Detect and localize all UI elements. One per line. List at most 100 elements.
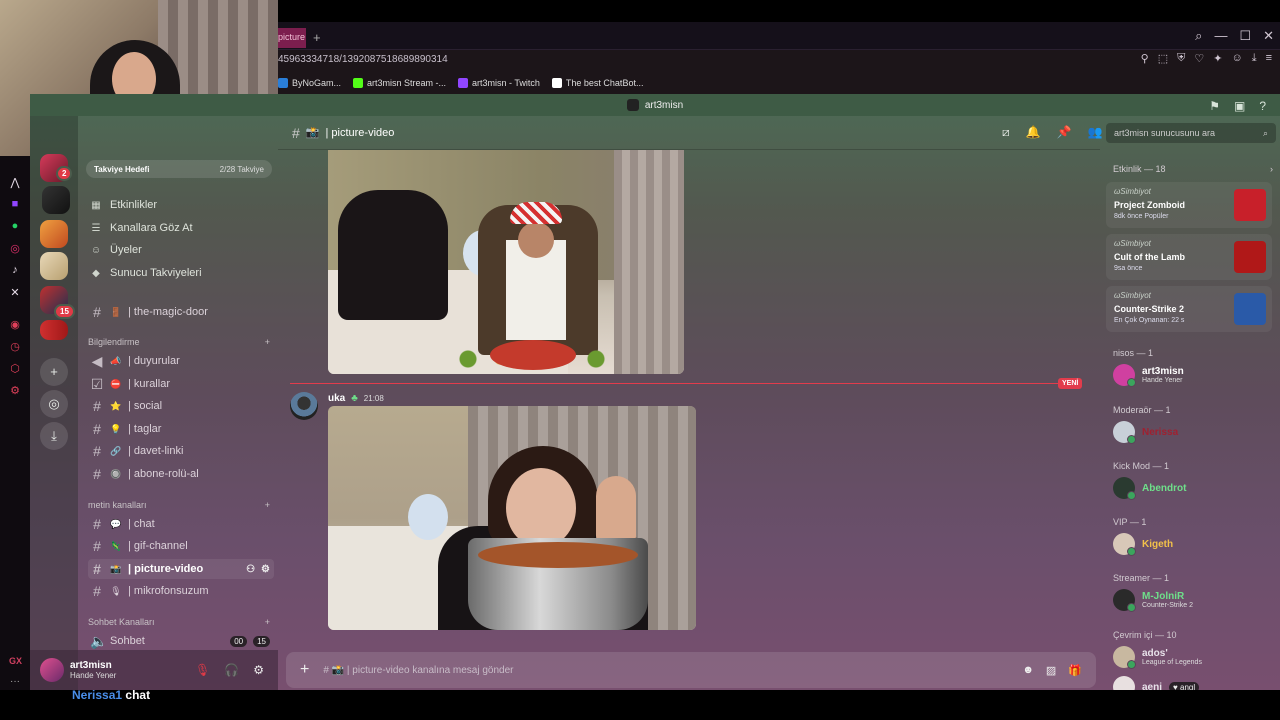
server-icon-4[interactable]: [40, 320, 68, 340]
avatar[interactable]: [40, 658, 64, 682]
server-icon: [626, 99, 639, 111]
bookmark-item[interactable]: The best ChatBot...: [551, 78, 643, 88]
twitch-icon[interactable]: ■: [8, 198, 22, 212]
activity-card[interactable]: ωSimbiyot Project Zomboid 8dk önce Popüler: [1106, 182, 1272, 228]
bookmark-item[interactable]: art3misn Stream -...: [353, 78, 446, 88]
message-composer[interactable]: + # 📸 | picture-video kanalına mesaj gön…: [286, 652, 1096, 688]
add-channel-icon[interactable]: +: [265, 617, 270, 631]
category-bilgilendirme[interactable]: Bilgilendirme +: [88, 337, 270, 351]
invite-icon[interactable]: ⚇: [246, 564, 255, 575]
nav-events[interactable]: ▦ Etkinlikler: [90, 196, 157, 214]
profile-icon[interactable]: ☺: [1231, 52, 1242, 65]
emoji-icon[interactable]: ☻: [1022, 664, 1034, 677]
gear-icon[interactable]: ⚙: [261, 564, 270, 575]
browser-tab[interactable]: picture: [278, 28, 306, 48]
download-apps-button[interactable]: ⤓: [40, 422, 68, 450]
more-icon[interactable]: ···: [10, 676, 20, 687]
threads-icon[interactable]: ⧄: [1002, 125, 1010, 140]
channel-the-magic-door[interactable]: # 🚪 | the-magic-door: [88, 302, 274, 322]
message-image-2[interactable]: [328, 406, 696, 630]
help-icon[interactable]: ?: [1259, 99, 1266, 113]
history-icon[interactable]: ◷: [8, 340, 22, 354]
message-author[interactable]: uka: [328, 393, 345, 404]
aria-icon[interactable]: ⋀: [8, 176, 22, 190]
headset-icon[interactable]: 🎧: [224, 663, 239, 677]
activity-card[interactable]: ωSimbiyot Counter-Strike 2 En Çok Oynanan:…: [1106, 286, 1272, 332]
category-metin-kanallari[interactable]: metin kanalları +: [88, 500, 270, 514]
search-input[interactable]: art3misn sunucusunu ara ⌕: [1106, 123, 1276, 143]
member-item[interactable]: art3misn Hande Yener: [1113, 362, 1184, 388]
close-icon[interactable]: ✕: [1263, 28, 1274, 44]
snapshot-icon[interactable]: ⬚: [1158, 52, 1168, 65]
nav-browse-channels[interactable]: ☰ Kanallara Göz At: [90, 219, 193, 237]
server-icon-2[interactable]: [40, 220, 68, 248]
channel-taglar[interactable]: # 💡 | taglar: [88, 419, 274, 439]
bookmark-item[interactable]: ByNoGam...: [278, 78, 341, 88]
boost-goal[interactable]: Takviye Hedefi 2/28 Takviye: [86, 160, 272, 178]
sticker-icon[interactable]: ▨: [1046, 664, 1056, 677]
server-icon-3[interactable]: [40, 252, 68, 280]
screen-icon[interactable]: ▣: [1234, 99, 1245, 113]
heart-icon[interactable]: ♡: [1194, 52, 1204, 65]
flag-icon[interactable]: ⚑: [1209, 99, 1220, 113]
bell-icon[interactable]: 🔔: [1026, 125, 1041, 140]
speaker-icon: 🔈: [90, 632, 108, 649]
avatar[interactable]: [290, 392, 318, 420]
channel-gif-channel[interactable]: # 🦎 | gif-channel: [88, 536, 274, 556]
gx-logo: GX: [9, 656, 23, 666]
player-icon[interactable]: ◉: [8, 318, 22, 332]
extensions-icon[interactable]: ✦: [1213, 52, 1222, 65]
nav-server-boosts[interactable]: ◆ Sunucu Takviyeleri: [90, 264, 201, 282]
settings-sidebar-icon[interactable]: ⚙: [8, 384, 22, 398]
pin-icon[interactable]: 📌: [1057, 125, 1072, 140]
nav-members[interactable]: ☺ Üyeler: [90, 241, 142, 259]
attach-icon[interactable]: +: [300, 661, 309, 679]
browser-sidebar: ⋀ ■ ● ◎ ♪ ✕ ◉ ◷ ⬡ ⚙: [0, 156, 30, 720]
channel-duyurular[interactable]: ◀ 📣 | duyurular: [88, 351, 274, 371]
extensions-sidebar-icon[interactable]: ⬡: [8, 362, 22, 376]
add-channel-icon[interactable]: +: [265, 337, 270, 351]
channel-kurallar[interactable]: ☑ ⛔ | kurallar: [88, 374, 274, 394]
mute-mic-icon[interactable]: 🎙: [195, 663, 210, 677]
server-icon-art3misn[interactable]: [42, 186, 70, 214]
whatsapp-icon[interactable]: ●: [8, 220, 22, 234]
channel-picture-video[interactable]: # 📸 | picture-video ⚇ ⚙: [88, 559, 274, 579]
settings-icon[interactable]: ⚙: [253, 663, 264, 677]
bookmark-item[interactable]: art3misn - Twitch: [458, 78, 540, 88]
category-sohbet-kanallari[interactable]: Sohbet Kanalları +: [88, 617, 270, 631]
member-item[interactable]: M-JolniR Counter-Strike 2: [1113, 587, 1193, 613]
voice-channel-sohbet[interactable]: 🔈 Sohbet 00 15: [88, 631, 274, 651]
bookmark-label: art3misn Stream -...: [367, 78, 447, 88]
add-server-button[interactable]: +: [40, 358, 68, 386]
add-channel-icon[interactable]: +: [265, 500, 270, 514]
channel-mikrofonsuzum[interactable]: # 🎙 | mikrofonsuzum: [88, 581, 274, 601]
member-item[interactable]: Nerissa: [1113, 419, 1178, 445]
member-item[interactable]: Kigeth: [1113, 531, 1173, 557]
channel-social[interactable]: # ⭐ | social: [88, 396, 274, 416]
x-icon[interactable]: ✕: [8, 286, 22, 300]
member-list-icon[interactable]: 👥: [1088, 125, 1103, 140]
download-icon[interactable]: ⤓: [1252, 52, 1257, 65]
discover-button[interactable]: ◎: [40, 390, 68, 418]
menu-icon[interactable]: ≡: [1266, 52, 1272, 65]
new-tab-icon[interactable]: +: [313, 30, 321, 45]
overlay-chat-text: chat: [125, 688, 151, 702]
member-item[interactable]: ados' League of Legends: [1113, 644, 1202, 670]
instagram-icon[interactable]: ◎: [8, 242, 22, 256]
activity-header[interactable]: Etkinlik — 18 ›: [1113, 164, 1273, 174]
maximize-icon[interactable]: ☐: [1239, 28, 1251, 44]
minimize-icon[interactable]: —: [1214, 28, 1227, 44]
address-bar[interactable]: 45963334718/1392087518689890314: [278, 50, 1280, 72]
member-item[interactable]: Abendrot: [1113, 475, 1186, 501]
tiktok-icon[interactable]: ♪: [8, 264, 22, 278]
shield-icon[interactable]: ⛨: [1177, 52, 1185, 65]
gift-icon[interactable]: 🎁: [1068, 664, 1082, 677]
message-image-1[interactable]: [328, 150, 684, 374]
channel-abone-rolu-al[interactable]: # 🔘 | abone-rolü-al: [88, 464, 274, 484]
pin-icon[interactable]: ⚲: [1141, 52, 1149, 65]
channel-chat[interactable]: # 💬 | chat: [88, 514, 274, 534]
search-icon[interactable]: ⌕: [1195, 28, 1202, 44]
search-icon: ⌕: [1262, 128, 1268, 138]
activity-card[interactable]: ωSimbiyot Cult of the Lamb 9sa önce: [1106, 234, 1272, 280]
channel-davet-linki[interactable]: # 🔗 | davet-linki: [88, 441, 274, 461]
